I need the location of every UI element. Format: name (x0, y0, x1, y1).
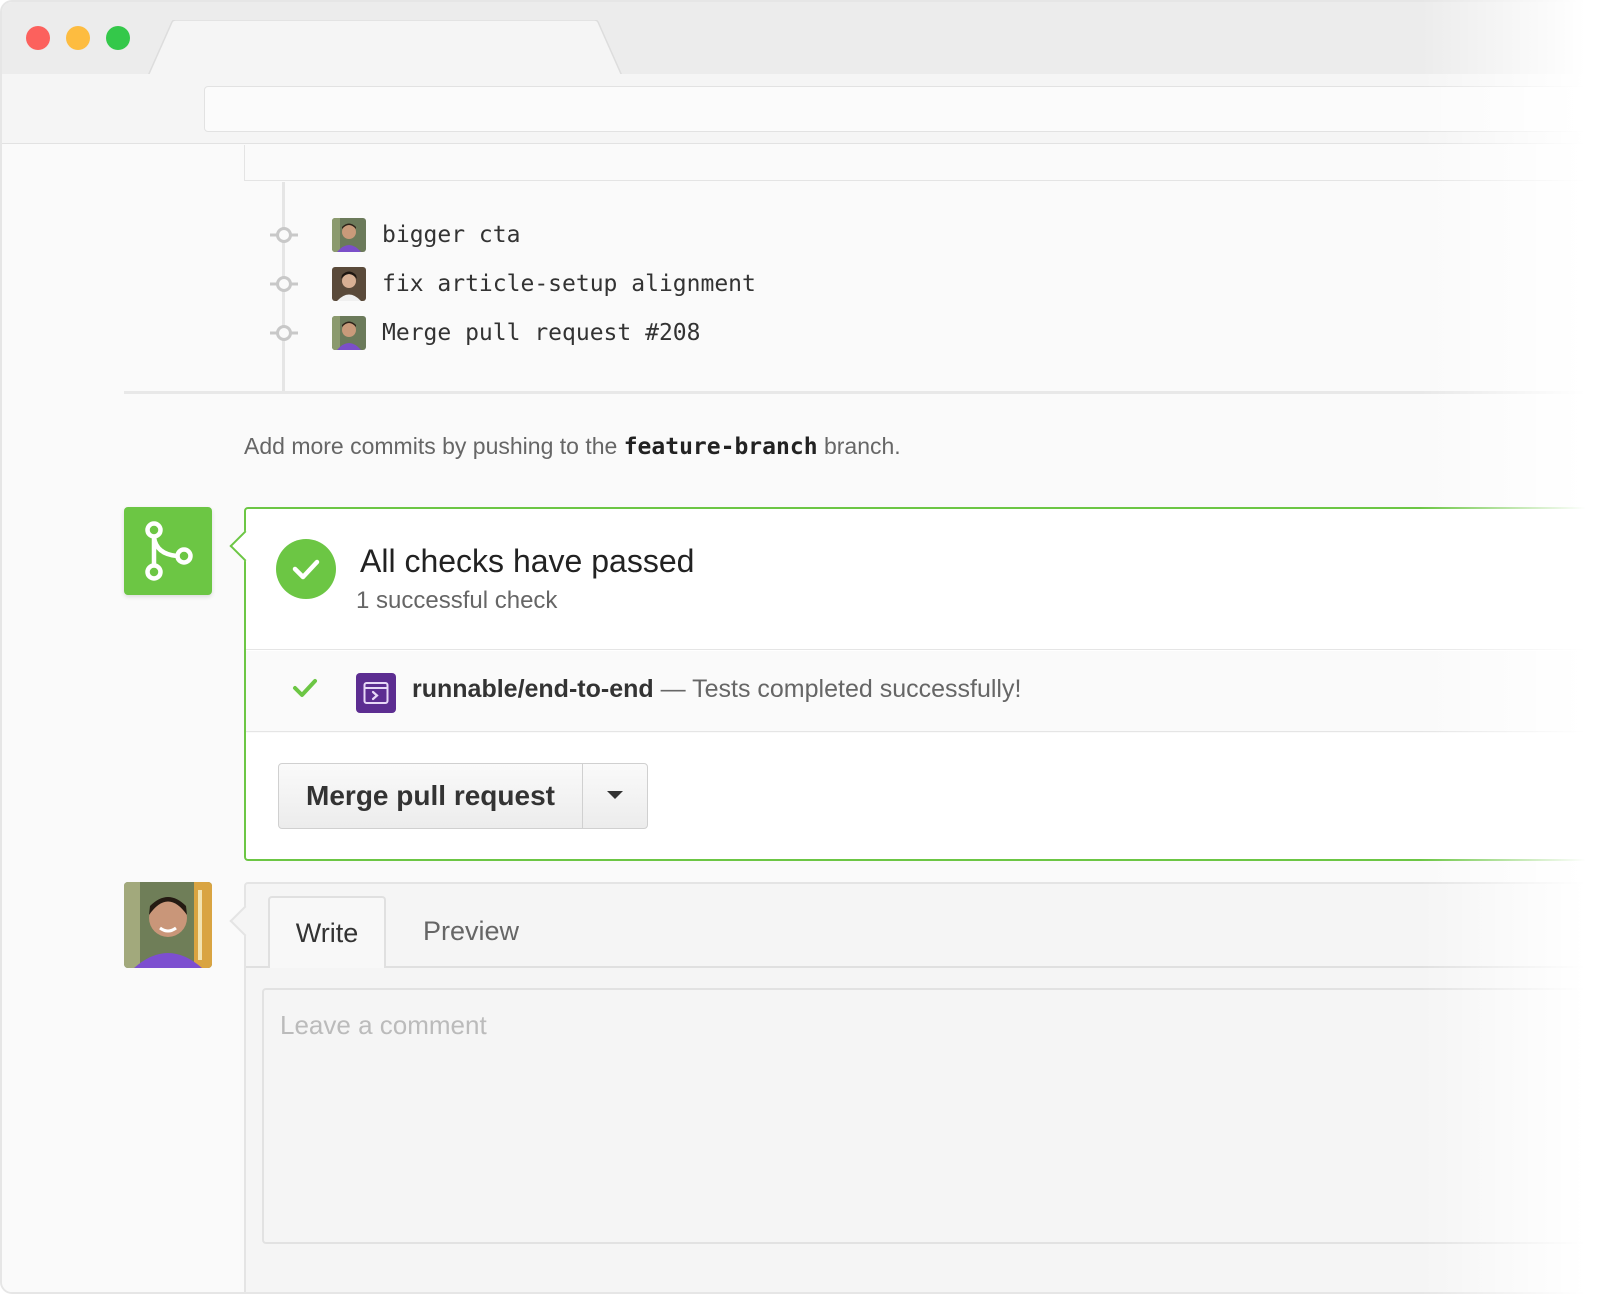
status-check-row: runnable/end-to-end — Tests completed su… (246, 651, 1598, 733)
divider (246, 649, 1598, 650)
title-bar (2, 2, 1598, 76)
check-icon (292, 677, 318, 704)
merge-button-group: Merge pull request (278, 763, 648, 829)
avatar[interactable] (332, 267, 366, 301)
browser-window: bigger cta fix article-setup alignment M… (0, 0, 1600, 1294)
comment-form: Write Preview (229, 882, 1598, 1292)
panel-pointer (229, 530, 261, 562)
address-bar[interactable] (204, 86, 1598, 132)
check-result: Tests completed successfully! (692, 675, 1022, 703)
tab-preview[interactable]: Preview (396, 896, 546, 966)
avatar[interactable] (332, 316, 366, 350)
timeline-divider (124, 391, 1598, 394)
minimize-window-button[interactable] (66, 26, 90, 50)
browser-tab[interactable] (148, 20, 638, 76)
commit-message[interactable]: bigger cta (382, 222, 520, 248)
commit-item[interactable]: fix article-setup alignment (270, 267, 756, 301)
merge-panel: All checks have passed 1 successful chec… (229, 507, 1598, 861)
git-commit-icon (270, 319, 298, 347)
git-commit-icon (270, 270, 298, 298)
commit-item[interactable]: Merge pull request #208 (270, 316, 701, 350)
branch-note-prefix: Add more commits by pushing to the (244, 433, 618, 459)
panel-pointer (229, 905, 261, 937)
tab-write[interactable]: Write (268, 896, 386, 968)
check-circle-icon (276, 539, 336, 599)
branch-note: Add more commits by pushing to the featu… (244, 433, 901, 460)
close-window-button[interactable] (26, 26, 50, 50)
branch-note-suffix: branch. (823, 433, 901, 459)
divider (246, 731, 1598, 732)
git-merge-icon (124, 507, 212, 595)
git-commit-icon (270, 221, 298, 249)
check-context[interactable]: runnable/end-to-end (412, 675, 654, 703)
avatar[interactable] (124, 882, 212, 968)
previous-section-box (244, 145, 1598, 181)
check-separator: — (660, 675, 686, 703)
check-description: runnable/end-to-end — Tests completed su… (412, 675, 1021, 704)
merge-pull-request-button[interactable]: Merge pull request (279, 764, 583, 828)
avatar[interactable] (332, 218, 366, 252)
merge-options-dropdown[interactable] (583, 764, 647, 828)
checks-status-subtitle: 1 successful check (356, 587, 558, 614)
runnable-app-icon[interactable] (356, 673, 396, 713)
branch-name: feature-branch (623, 434, 818, 460)
caret-down-icon (606, 787, 624, 805)
tabs-border (246, 966, 1598, 968)
checks-status-title: All checks have passed (360, 543, 695, 579)
commit-message[interactable]: Merge pull request #208 (382, 320, 701, 346)
commit-item[interactable]: bigger cta (270, 218, 520, 252)
zoom-window-button[interactable] (106, 26, 130, 50)
commit-message[interactable]: fix article-setup alignment (382, 271, 756, 297)
pull-request-page: bigger cta fix article-setup alignment M… (2, 145, 1598, 1292)
comment-textarea[interactable] (262, 988, 1598, 1244)
